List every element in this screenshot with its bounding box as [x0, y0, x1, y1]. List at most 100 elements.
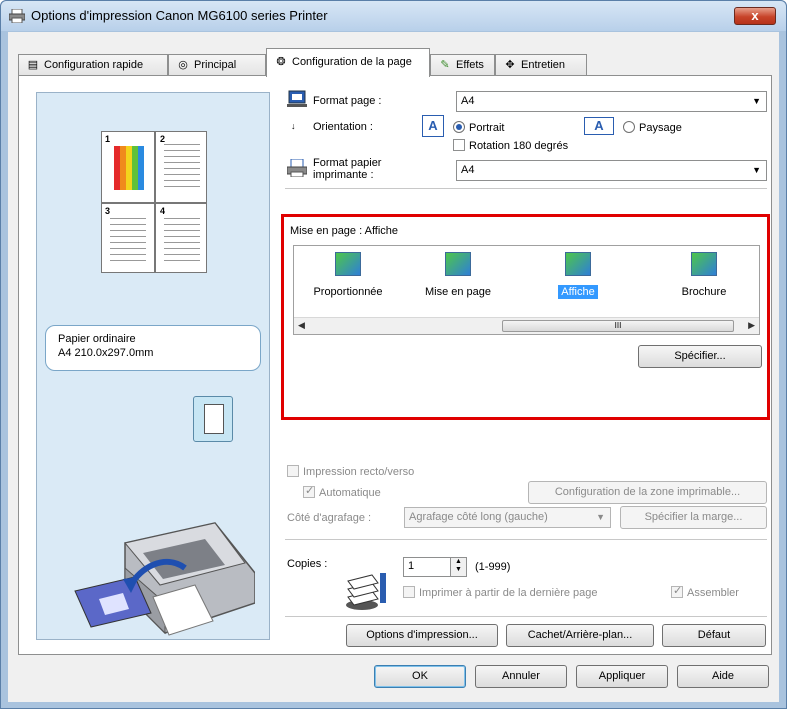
preview-color-bars: [114, 146, 144, 190]
printer-paper-icon: [287, 159, 307, 177]
tab-quick-setup[interactable]: ▤ Configuration rapide: [18, 54, 168, 76]
layout-item-label: Affiche: [558, 285, 598, 299]
chevron-down-icon: ▼: [596, 512, 605, 522]
layout-item-booklet[interactable]: Brochure: [656, 252, 752, 298]
tab-page-setup[interactable]: ❂ Configuration de la page: [266, 48, 430, 77]
scroll-left-icon[interactable]: ◀: [298, 320, 305, 331]
collate-checkbox-box: [671, 584, 683, 598]
page-size-value: A4: [461, 95, 475, 107]
apply-button[interactable]: Appliquer: [576, 665, 668, 688]
layout-horizontal-scrollbar[interactable]: ◀ III ▶: [294, 317, 759, 334]
print-area-setup-button[interactable]: Configuration de la zone imprimable...: [528, 481, 767, 504]
landscape-icon: A: [584, 117, 614, 135]
landscape-label: Paysage: [639, 122, 682, 134]
maintenance-icon: ✥: [505, 59, 515, 71]
reverse-order-checkbox[interactable]: Imprimer à partir de la dernière page: [403, 586, 598, 599]
help-button[interactable]: Aide: [677, 665, 769, 688]
bullet-icon: ↓: [291, 121, 296, 131]
poster-layout-icon: [565, 252, 591, 276]
collate-label: Assembler: [687, 587, 739, 599]
layout-item-scaled[interactable]: Proportionnée: [300, 252, 396, 298]
duplex-checkbox-box: [287, 465, 299, 477]
tab-effects[interactable]: ✎ Effets: [430, 54, 495, 76]
specify-button[interactable]: Spécifier...: [638, 345, 762, 368]
layout-item-label: Mise en page: [424, 286, 492, 298]
page-size-icon: [287, 90, 307, 107]
stapling-side-select[interactable]: Agrafage côté long (gauche) ▼: [404, 507, 611, 528]
layout-item-label: Brochure: [681, 286, 727, 298]
scaled-layout-icon: [335, 252, 361, 276]
page-layout-list[interactable]: Proportionnée Mise en page Affiche Broch…: [293, 245, 760, 335]
landscape-radio[interactable]: Paysage: [623, 121, 682, 134]
portrait-radio-dot: [453, 121, 465, 133]
rotate-label: Rotation 180 degrés: [469, 140, 569, 152]
copies-spinner[interactable]: 1 ▲ ▼: [403, 557, 467, 577]
reverse-order-checkbox-box: [403, 586, 415, 598]
settings-preview: 1 2 3 4 Papier ordinaire A4 210.0x297.0m…: [36, 92, 270, 640]
automatic-label: Automatique: [319, 487, 381, 499]
orientation-label: Orientation :: [313, 121, 373, 133]
defaults-button[interactable]: Défaut: [662, 624, 766, 647]
page-size-label: Format page :: [313, 95, 382, 107]
portrait-icon: A: [422, 115, 444, 137]
paper-size-text: A4 210.0x297.0mm: [58, 347, 154, 359]
page-number: 2: [160, 134, 166, 144]
title-bar: Options d'impression Canon MG6100 series…: [1, 1, 786, 31]
scroll-right-icon[interactable]: ▶: [748, 320, 755, 331]
page-number: 1: [105, 134, 111, 144]
close-icon: x: [751, 8, 759, 23]
printer-illustration: [74, 522, 255, 636]
tab-label: Principal: [194, 59, 237, 71]
tab-main[interactable]: ◎ Principal: [168, 54, 266, 76]
layout-item-page-layout[interactable]: Mise en page: [410, 252, 506, 298]
tab-label: Entretien: [521, 59, 566, 71]
page-setup-icon: ❂: [276, 56, 286, 68]
printer-paper-label: Format papier imprimante :: [313, 157, 382, 181]
layout-item-poster[interactable]: Affiche: [530, 252, 626, 299]
separator: [285, 539, 767, 540]
scrollbar-thumb[interactable]: III: [502, 320, 734, 332]
chevron-down-icon: ▼: [752, 165, 761, 175]
portrait-label: Portrait: [469, 122, 505, 134]
page-size-select[interactable]: A4 ▼: [456, 91, 767, 112]
paper-type-text: Papier ordinaire: [58, 333, 136, 345]
separator: [285, 188, 767, 189]
page-layout-icon: [445, 252, 471, 276]
spinner-buttons[interactable]: ▲ ▼: [450, 558, 466, 576]
tab-maintenance[interactable]: ✥ Entretien: [495, 54, 587, 76]
layout-item-label: Proportionnée: [313, 286, 383, 298]
window-title: Options d'impression Canon MG6100 series…: [31, 8, 328, 23]
rotate-180-checkbox[interactable]: Rotation 180 degrés: [453, 139, 568, 152]
duplex-label: Impression recto/verso: [303, 466, 415, 478]
copies-stack-icon: [346, 573, 386, 610]
quick-setup-icon: ▤: [27, 59, 39, 71]
automatic-checkbox[interactable]: Automatique: [303, 484, 381, 499]
page-number: 4: [160, 206, 166, 216]
reverse-order-label: Imprimer à partir de la dernière page: [419, 587, 598, 599]
page-setup-panel: 1 2 3 4 Papier ordinaire A4 210.0x297.0m…: [18, 75, 772, 655]
cancel-button[interactable]: Annuler: [475, 665, 567, 688]
duplex-checkbox[interactable]: Impression recto/verso: [287, 465, 414, 478]
tab-label: Configuration de la page: [292, 56, 412, 68]
printer-paper-select[interactable]: A4 ▼: [456, 160, 767, 181]
copies-range: (1-999): [475, 561, 511, 573]
page-layout-group: Mise en page : Affiche Proportionnée Mis…: [281, 214, 770, 420]
portrait-radio[interactable]: Portrait: [453, 121, 504, 134]
rotate-checkbox-box: [453, 139, 465, 151]
printer-paper-value: A4: [461, 164, 475, 176]
orientation-preview-icon: [193, 396, 233, 442]
ok-button[interactable]: OK: [374, 665, 466, 688]
collate-checkbox[interactable]: Assembler: [671, 584, 739, 599]
spin-up-icon[interactable]: ▲: [455, 558, 462, 565]
stamp-background-button[interactable]: Cachet/Arrière-plan...: [506, 624, 654, 647]
stapling-side-value: Agrafage côté long (gauche): [409, 511, 548, 523]
print-options-button[interactable]: Options d'impression...: [346, 624, 498, 647]
close-button[interactable]: x: [734, 7, 776, 25]
scroll-grip: III: [614, 321, 622, 330]
spin-down-icon[interactable]: ▼: [455, 566, 462, 573]
poster-preview-sheet: 1 2 3 4: [101, 131, 207, 273]
tab-label: Configuration rapide: [44, 59, 144, 71]
separator: [285, 616, 767, 617]
specify-margin-button[interactable]: Spécifier la marge...: [620, 506, 767, 529]
dialog-client: ▤ Configuration rapide ◎ Principal ❂ Config…: [8, 32, 779, 702]
